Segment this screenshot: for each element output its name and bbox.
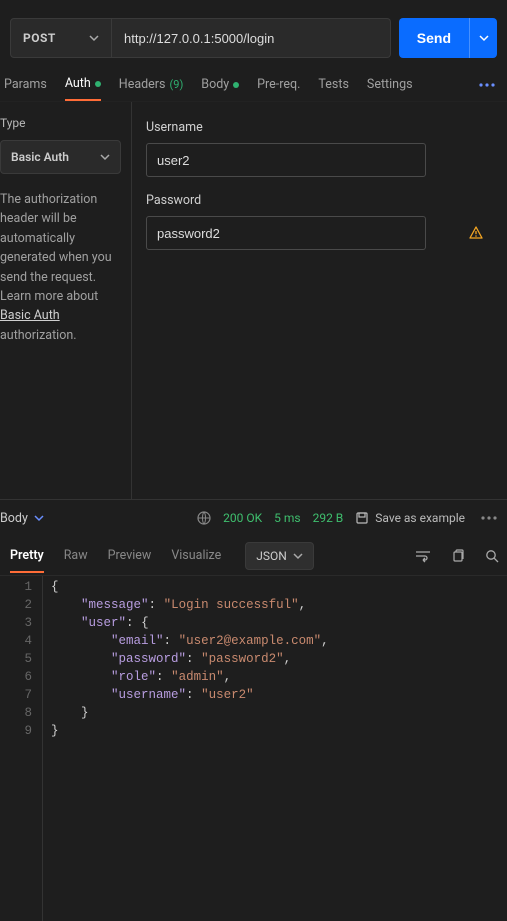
headers-count: (9): [170, 78, 184, 91]
globe-icon[interactable]: [197, 511, 211, 525]
username-row: Username: [146, 120, 493, 177]
password-label: Password: [146, 193, 493, 208]
auth-form: Username Password: [132, 102, 507, 499]
request-tabs: Params Auth Headers (9) Body Pre-req. Te…: [0, 68, 507, 102]
tab-headers[interactable]: Headers (9): [119, 68, 184, 101]
wrap-icon[interactable]: [415, 549, 431, 563]
view-tab-visualize[interactable]: Visualize: [171, 548, 221, 563]
response-body-dropdown[interactable]: Body: [0, 511, 44, 526]
password-input[interactable]: [146, 216, 426, 250]
response-size: 292 B: [313, 511, 344, 525]
response-header: Body 200 OK 5 ms 292 B Save as example: [0, 500, 507, 536]
chevron-down-icon: [89, 33, 99, 43]
chevron-down-icon: [34, 513, 44, 523]
password-row: Password: [146, 193, 493, 250]
view-tab-preview[interactable]: Preview: [108, 548, 152, 563]
copy-icon[interactable]: [451, 549, 465, 563]
active-dot-icon: [95, 81, 101, 87]
chevron-down-icon: [479, 33, 489, 43]
auth-sidebar: Type Basic Auth The authorization header…: [0, 102, 132, 499]
tab-auth-label: Auth: [65, 76, 91, 91]
tab-headers-label: Headers: [119, 77, 166, 92]
auth-type-label: Type: [0, 116, 121, 130]
chevron-down-icon: [100, 152, 110, 162]
response-view-tabs: Pretty Raw Preview Visualize JSON: [0, 536, 507, 576]
response-body-label: Body: [0, 511, 28, 526]
view-tab-pretty[interactable]: Pretty: [10, 548, 44, 573]
code-content: { "message": "Login successful", "user":…: [42, 576, 507, 921]
send-button[interactable]: Send: [399, 18, 469, 58]
view-tab-raw[interactable]: Raw: [64, 548, 88, 563]
request-url-input[interactable]: [112, 18, 391, 58]
response-meta: 200 OK 5 ms 292 B Save as example: [197, 511, 501, 525]
auth-help-link[interactable]: Basic Auth: [0, 308, 60, 323]
tab-body[interactable]: Body: [201, 68, 239, 101]
active-dot-icon: [233, 82, 239, 88]
tab-params[interactable]: Params: [4, 68, 47, 101]
send-options-button[interactable]: [469, 18, 497, 58]
response-time: 5 ms: [274, 511, 300, 525]
auth-panel: Type Basic Auth The authorization header…: [0, 102, 507, 500]
tab-body-label: Body: [201, 77, 229, 92]
http-method-select[interactable]: POST: [10, 18, 112, 58]
dots-icon: [481, 516, 497, 520]
request-bar: POST Send: [0, 0, 507, 68]
warning-icon: [469, 226, 483, 240]
save-icon: [355, 511, 369, 525]
response-format-select[interactable]: JSON: [245, 542, 314, 570]
username-input[interactable]: [146, 143, 426, 177]
auth-help-pre: The authorization header will be automat…: [0, 192, 112, 304]
response-status: 200 OK: [223, 511, 262, 525]
response-body-code[interactable]: 123456789 { "message": "Login successful…: [0, 576, 507, 921]
tab-auth[interactable]: Auth: [65, 68, 101, 101]
line-gutter: 123456789: [0, 576, 42, 921]
search-icon[interactable]: [485, 549, 499, 563]
request-tabs-more[interactable]: [479, 83, 503, 87]
response-more[interactable]: [477, 516, 501, 520]
response-format-value: JSON: [256, 549, 287, 563]
tab-prereq[interactable]: Pre-req.: [257, 68, 300, 101]
username-label: Username: [146, 120, 493, 135]
auth-help-post: authorization.: [0, 328, 77, 343]
tab-tests[interactable]: Tests: [318, 68, 348, 101]
response-toolbar: [415, 549, 499, 563]
auth-help-text: The authorization header will be automat…: [0, 190, 121, 345]
auth-type-select[interactable]: Basic Auth: [0, 140, 121, 174]
dots-icon: [479, 83, 495, 87]
save-as-example-button[interactable]: Save as example: [355, 511, 465, 525]
tab-settings[interactable]: Settings: [367, 68, 413, 101]
save-as-example-label: Save as example: [375, 511, 465, 525]
chevron-down-icon: [293, 551, 303, 561]
send-button-group: Send: [399, 18, 497, 58]
http-method-value: POST: [23, 31, 56, 45]
auth-type-value: Basic Auth: [11, 150, 69, 164]
